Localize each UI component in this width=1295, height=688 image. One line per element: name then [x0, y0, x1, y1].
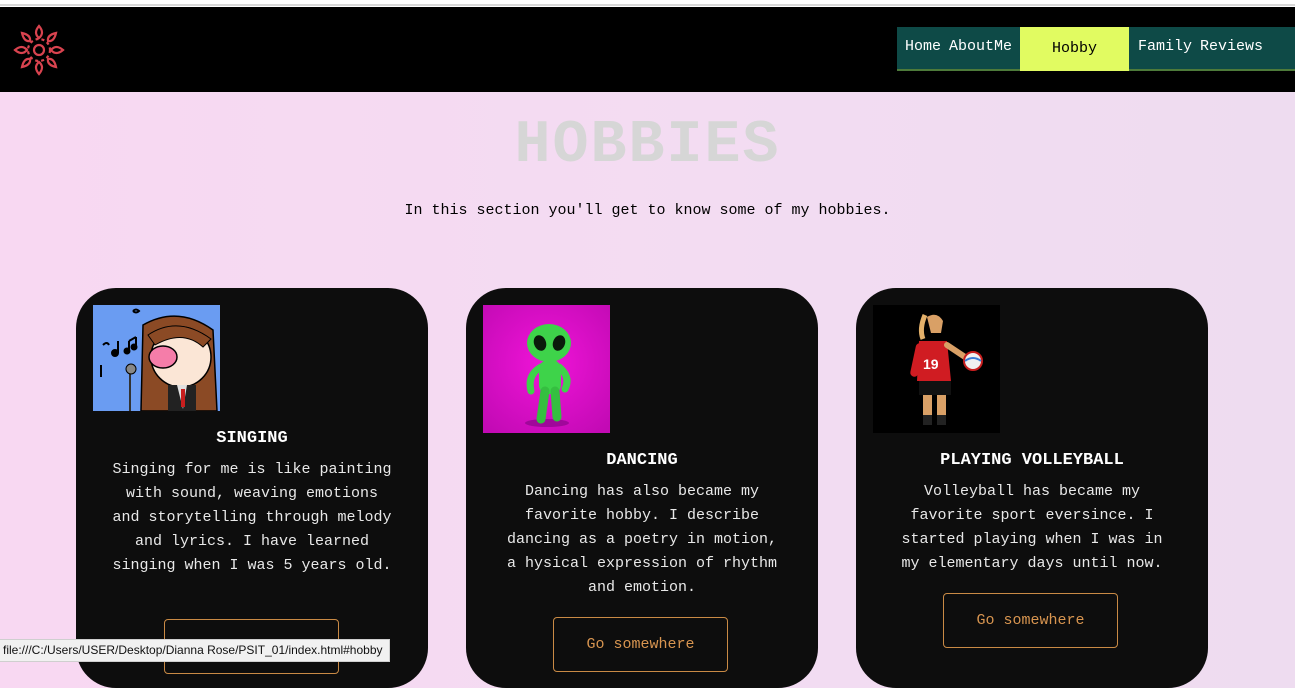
- card-text: Singing for me is like painting with sou…: [112, 461, 392, 574]
- green-alien-dancing-image: [483, 305, 610, 433]
- mandala-logo-icon[interactable]: [12, 23, 66, 77]
- anime-girl-singing-image: [93, 305, 220, 411]
- hobby-card-volleyball: 19 PLAYING VOLLEYBALL Volleyball has bec…: [856, 288, 1208, 688]
- go-somewhere-button[interactable]: Go somewhere: [943, 593, 1118, 648]
- page-title: HOBBIES: [514, 112, 781, 180]
- browser-status-bar: file:///C:/Users/USER/Desktop/Dianna Ros…: [0, 639, 390, 662]
- svg-text:19: 19: [923, 356, 939, 372]
- main-nav: Home AboutMe Hobby Family Reviews: [897, 27, 1295, 71]
- card-text: Volleyball has became my favorite sport …: [901, 483, 1163, 572]
- hobby-card-dancing: DANCING Dancing has also became my favor…: [466, 288, 818, 688]
- card-title: DANCING: [606, 451, 678, 470]
- nav-item-reviews[interactable]: Reviews: [1196, 27, 1267, 69]
- hobby-card-singing: SINGING Singing for me is like painting …: [76, 288, 428, 688]
- section-intro: In this section you'll get to know some …: [404, 202, 891, 219]
- nav-item-family[interactable]: Family: [1134, 27, 1196, 69]
- go-somewhere-button[interactable]: Go somewhere: [553, 617, 728, 672]
- card-text: Dancing has also became my favorite hobb…: [506, 483, 778, 596]
- nav-item-aboutme[interactable]: AboutMe: [945, 27, 1016, 69]
- nav-item-home[interactable]: Home: [897, 27, 945, 69]
- browser-top-strip: [0, 0, 1295, 7]
- card-title: PLAYING VOLLEYBALL: [940, 451, 1124, 470]
- card-title: SINGING: [216, 429, 288, 448]
- volleyball-player-image: 19: [873, 305, 1000, 433]
- navbar: Home AboutMe Hobby Family Reviews: [0, 7, 1295, 92]
- nav-item-hobby[interactable]: Hobby: [1020, 27, 1130, 71]
